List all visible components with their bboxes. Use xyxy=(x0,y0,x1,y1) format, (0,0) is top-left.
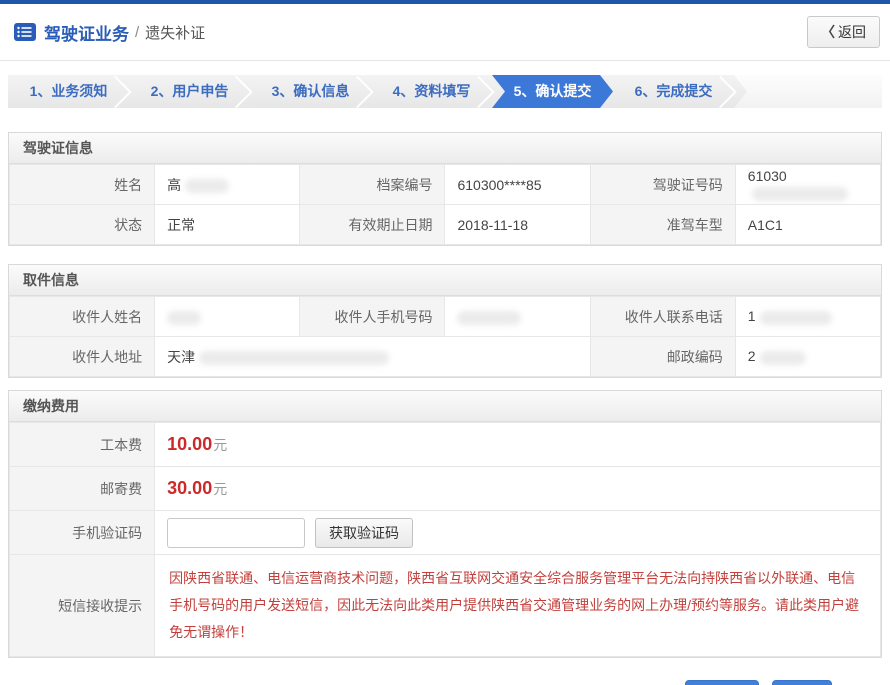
redacted-blur xyxy=(752,187,848,201)
step-4-fill-materials[interactable]: 4、资料填写 xyxy=(371,75,492,108)
postal-code-value: 2 xyxy=(735,337,880,377)
status-label: 状态 xyxy=(10,205,155,245)
delivery-info-title: 取件信息 xyxy=(9,265,881,296)
postage-fee-amount: 30.00 xyxy=(167,478,212,498)
recipient-phone-label: 收件人联系电话 xyxy=(590,297,735,337)
page-subtitle: 遗失补证 xyxy=(145,22,205,43)
sms-notice-text: 因陕西省联通、电信运营商技术问题，陕西省互联网交通安全综合服务管理平台无法向持陕… xyxy=(169,565,866,646)
status-value: 正常 xyxy=(155,205,300,245)
finish-button[interactable]: 完成 xyxy=(772,680,832,685)
name-label: 姓名 xyxy=(10,165,155,205)
license-info-panel: 驾驶证信息 姓名 高 档案编号 610300****85 驾驶证号码 61030… xyxy=(8,132,882,246)
sms-code-input[interactable] xyxy=(167,518,305,548)
fee-unit: 元 xyxy=(213,437,227,453)
breadcrumb-separator: / xyxy=(135,24,139,41)
step-2-user-declaration[interactable]: 2、用户申告 xyxy=(129,75,250,108)
redacted-blur xyxy=(185,179,229,193)
redacted-blur xyxy=(199,351,389,365)
vehicle-class-label: 准驾车型 xyxy=(590,205,735,245)
recipient-name-label: 收件人姓名 xyxy=(10,297,155,337)
recipient-address-label: 收件人地址 xyxy=(10,337,155,377)
recipient-address-value: 天津 xyxy=(155,337,590,377)
step-progress-bar: 1、业务须知 2、用户申告 3、确认信息 4、资料填写 5、确认提交 6、完成提… xyxy=(8,75,882,108)
license-no-label: 驾驶证号码 xyxy=(590,165,735,205)
name-value: 高 xyxy=(155,165,300,205)
step-6-complete-submit[interactable]: 6、完成提交 xyxy=(613,75,734,108)
recipient-name-value xyxy=(155,297,300,337)
postage-fee-value: 30.00元 xyxy=(155,467,881,511)
fees-panel: 缴纳费用 工本费 10.00元 邮寄费 30.00元 手机验证码 获取验证码 短… xyxy=(8,390,882,658)
license-info-table: 姓名 高 档案编号 610300****85 驾驶证号码 61030 状态 正常… xyxy=(9,164,881,245)
fee-unit: 元 xyxy=(213,481,227,497)
sms-code-cell: 获取验证码 xyxy=(155,511,881,555)
redacted-blur xyxy=(760,351,806,365)
step-3-confirm-info[interactable]: 3、确认信息 xyxy=(250,75,371,108)
back-arrow-icon: 〈 xyxy=(821,24,835,40)
table-row: 收件人地址 天津 邮政编码 2 xyxy=(10,337,881,377)
sms-notice-label: 短信接收提示 xyxy=(10,555,155,657)
expiry-label: 有效期止日期 xyxy=(300,205,445,245)
bottom-actions: 上一步 完成 xyxy=(0,680,890,685)
postal-code-label: 邮政编码 xyxy=(590,337,735,377)
postage-fee-label: 邮寄费 xyxy=(10,467,155,511)
redacted-blur xyxy=(167,311,201,325)
license-no-value: 61030 xyxy=(735,165,880,205)
page-header: 驾驶证业务 / 遗失补证 〈返回 xyxy=(0,4,890,61)
back-button[interactable]: 〈返回 xyxy=(807,16,880,48)
production-fee-label: 工本费 xyxy=(10,423,155,467)
expiry-value: 2018-11-18 xyxy=(445,205,590,245)
delivery-info-table: 收件人姓名 收件人手机号码 收件人联系电话 1 收件人地址 天津 邮政编码 2 xyxy=(9,296,881,377)
fees-table: 工本费 10.00元 邮寄费 30.00元 手机验证码 获取验证码 短信接收提示… xyxy=(9,422,881,657)
production-fee-value: 10.00元 xyxy=(155,423,881,467)
previous-step-button[interactable]: 上一步 xyxy=(685,680,759,685)
fees-title: 缴纳费用 xyxy=(9,391,881,422)
file-no-value: 610300****85 xyxy=(445,165,590,205)
recipient-phone-value: 1 xyxy=(735,297,880,337)
sms-code-label: 手机验证码 xyxy=(10,511,155,555)
recipient-mobile-label: 收件人手机号码 xyxy=(300,297,445,337)
breadcrumb: 驾驶证业务 / 遗失补证 xyxy=(14,20,205,45)
table-row: 短信接收提示 因陕西省联通、电信运营商技术问题，陕西省互联网交通安全综合服务管理… xyxy=(10,555,881,657)
get-sms-code-button[interactable]: 获取验证码 xyxy=(315,518,413,548)
list-icon xyxy=(14,23,36,41)
vehicle-class-value: A1C1 xyxy=(735,205,880,245)
redacted-blur xyxy=(760,311,832,325)
step-bar-filler xyxy=(734,75,882,108)
delivery-info-panel: 取件信息 收件人姓名 收件人手机号码 收件人联系电话 1 收件人地址 天津 邮政… xyxy=(8,264,882,378)
table-row: 邮寄费 30.00元 xyxy=(10,467,881,511)
back-button-label: 返回 xyxy=(838,24,866,40)
table-row: 姓名 高 档案编号 610300****85 驾驶证号码 61030 xyxy=(10,165,881,205)
table-row: 状态 正常 有效期止日期 2018-11-18 准驾车型 A1C1 xyxy=(10,205,881,245)
table-row: 收件人姓名 收件人手机号码 收件人联系电话 1 xyxy=(10,297,881,337)
table-row: 手机验证码 获取验证码 xyxy=(10,511,881,555)
step-5-confirm-submit[interactable]: 5、确认提交 xyxy=(492,75,613,108)
redacted-blur xyxy=(457,311,521,325)
table-row: 工本费 10.00元 xyxy=(10,423,881,467)
production-fee-amount: 10.00 xyxy=(167,434,212,454)
license-info-title: 驾驶证信息 xyxy=(9,133,881,164)
file-no-label: 档案编号 xyxy=(300,165,445,205)
step-1-business-notice[interactable]: 1、业务须知 xyxy=(8,75,129,108)
page-title: 驾驶证业务 xyxy=(44,20,129,45)
sms-notice-cell: 因陕西省联通、电信运营商技术问题，陕西省互联网交通安全综合服务管理平台无法向持陕… xyxy=(155,555,881,657)
recipient-mobile-value xyxy=(445,297,590,337)
